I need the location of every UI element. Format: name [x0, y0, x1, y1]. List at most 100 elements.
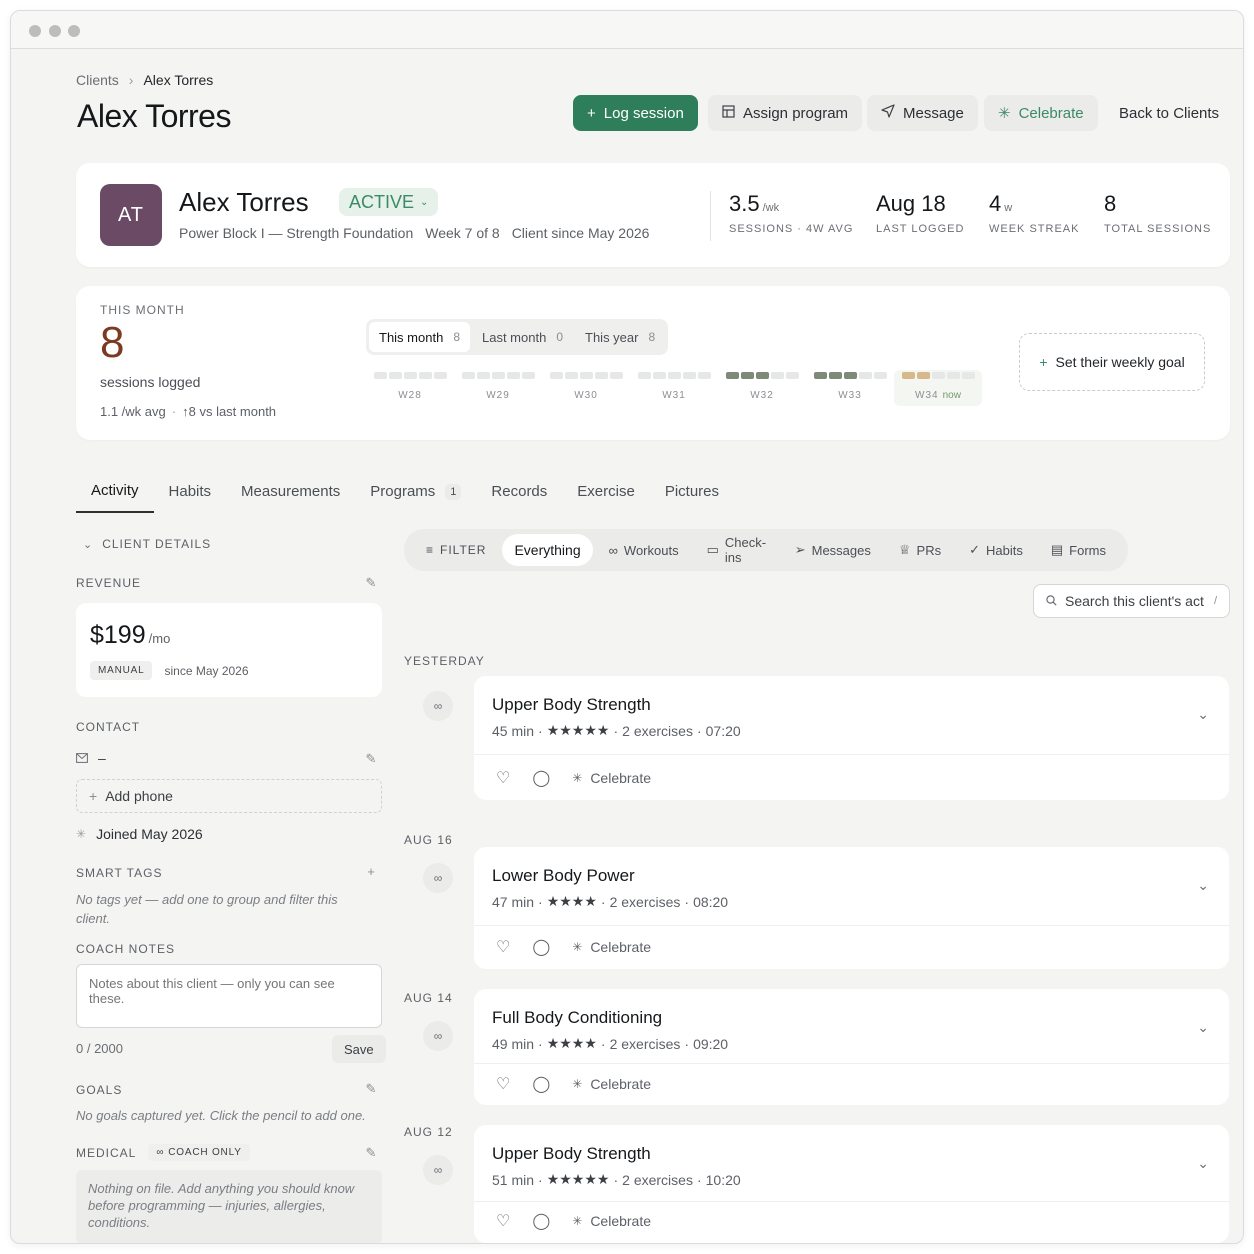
- tab-exercise[interactable]: Exercise: [562, 472, 650, 513]
- filter-label: FILTER: [440, 543, 487, 557]
- edit-medical-icon[interactable]: ✎: [364, 1146, 378, 1160]
- add-phone-button[interactable]: + Add phone: [76, 779, 382, 813]
- stat-total-sessions: 8 TOTAL SESSIONS: [1104, 191, 1211, 235]
- period-this-year[interactable]: This year 8: [575, 322, 665, 352]
- chevron-down-icon: ⌄: [420, 196, 429, 208]
- session-slot: [682, 372, 696, 379]
- session-exercises: 2 exercises: [609, 893, 681, 910]
- window-zoom-dot[interactable]: [68, 25, 80, 37]
- heart-icon[interactable]: ♡: [496, 1074, 510, 1094]
- party-icon: ✳: [572, 940, 583, 954]
- session-slot: [418, 372, 432, 379]
- edit-contact-icon[interactable]: ✎: [364, 752, 378, 766]
- workout-type-icon: ∞: [423, 1155, 453, 1185]
- session-exercises: 2 exercises: [609, 1035, 681, 1052]
- celebrate-action[interactable]: ✳ Celebrate: [572, 770, 651, 786]
- chevron-down-icon[interactable]: ⌄: [1197, 706, 1209, 723]
- week-label-text: W29: [486, 390, 510, 401]
- celebrate-action[interactable]: ✳ Celebrate: [572, 1076, 651, 1092]
- comment-icon[interactable]: ◯: [532, 937, 550, 957]
- session-card[interactable]: Lower Body Power 47 min · ★★★★ · 2 exercis…: [474, 847, 1229, 969]
- week-bars: [901, 372, 975, 380]
- chevron-down-icon[interactable]: ⌄: [1197, 1155, 1209, 1172]
- page-content: Clients › Alex Torres Alex Torres + Log …: [11, 50, 1243, 1243]
- heart-icon[interactable]: ♡: [496, 1211, 510, 1231]
- program-week: Week 7 of 8: [425, 225, 500, 241]
- session-card[interactable]: Upper Body Strength 45 min · ★★★★★ · 2 exe…: [474, 676, 1229, 800]
- tab-activity[interactable]: Activity: [76, 472, 154, 513]
- tab-pictures[interactable]: Pictures: [650, 472, 734, 513]
- assign-program-button[interactable]: Assign program: [708, 95, 863, 131]
- coach-notes-input[interactable]: [76, 964, 382, 1028]
- log-session-button[interactable]: + Log session: [573, 95, 698, 131]
- week-label-text: W34: [915, 390, 939, 401]
- filter-everything[interactable]: Everything: [502, 534, 593, 566]
- tab-programs[interactable]: Programs 1: [355, 472, 476, 513]
- week-bars: [725, 372, 799, 380]
- filter-workouts[interactable]: ∞ Workouts: [597, 534, 691, 566]
- week-label-text: W31: [662, 390, 686, 401]
- check-icon: ✓: [969, 542, 980, 557]
- sparkle-icon: ✳: [998, 105, 1011, 122]
- coach-only-label: COACH ONLY: [168, 1147, 242, 1158]
- period-this-month[interactable]: This month 8: [369, 322, 470, 352]
- session-slot: [579, 372, 593, 379]
- set-weekly-goal-button[interactable]: + Set their weekly goal: [1019, 333, 1205, 391]
- breadcrumb-clients-link[interactable]: Clients: [76, 72, 119, 88]
- stat-unit: /wk: [762, 202, 780, 214]
- email-value: –: [98, 750, 106, 766]
- window-close-dot[interactable]: [29, 25, 41, 37]
- add-tag-icon[interactable]: +: [364, 865, 378, 879]
- session-duration: 45 min: [492, 722, 535, 739]
- tab-measurements[interactable]: Measurements: [226, 472, 355, 513]
- filter-forms[interactable]: ▤ Forms: [1039, 534, 1118, 566]
- month-meta: 1.1 /wk avg · ↑8 vs last month: [100, 404, 276, 419]
- window-minimize-dot[interactable]: [49, 25, 61, 37]
- stat-value: 4: [989, 191, 1002, 216]
- celebrate-button[interactable]: ✳ Celebrate: [984, 95, 1098, 131]
- week-label-text: W30: [574, 390, 598, 401]
- comment-icon[interactable]: ◯: [532, 768, 550, 788]
- filter-button[interactable]: ≡ FILTER: [414, 534, 498, 566]
- filter-habits[interactable]: ✓ Habits: [957, 534, 1035, 566]
- search-placeholder: Search this client's act: [1065, 593, 1204, 609]
- activity-search-input[interactable]: Search this client's act /: [1033, 584, 1230, 618]
- comment-icon[interactable]: ◯: [532, 1074, 550, 1094]
- message-button[interactable]: Message: [867, 95, 978, 131]
- edit-revenue-icon[interactable]: ✎: [364, 576, 378, 590]
- program-name[interactable]: Power Block I — Strength Foundation: [179, 225, 413, 241]
- filter-messages[interactable]: ➢ Messages: [783, 534, 883, 566]
- session-rating: ★★★★★: [546, 722, 610, 738]
- week-bars: [637, 372, 711, 380]
- period-last-month[interactable]: Last month 0: [472, 322, 573, 352]
- session-slot: [858, 372, 872, 379]
- breadcrumb-current: Alex Torres: [143, 72, 214, 88]
- session-slot: [594, 372, 608, 379]
- status-badge[interactable]: ACTIVE ⌄: [339, 188, 439, 216]
- session-card[interactable]: Upper Body Strength 51 min · ★★★★★ · 2 exe…: [474, 1125, 1229, 1243]
- comment-icon[interactable]: ◯: [532, 1211, 550, 1231]
- session-slot: [388, 372, 402, 379]
- chevron-down-icon[interactable]: ⌄: [1197, 1019, 1209, 1036]
- tab-label: Pictures: [664, 483, 719, 500]
- back-to-clients-button[interactable]: Back to Clients: [1105, 95, 1233, 131]
- save-notes-button[interactable]: Save: [332, 1035, 386, 1063]
- edit-goals-icon[interactable]: ✎: [364, 1082, 378, 1096]
- tab-records[interactable]: Records: [476, 472, 562, 513]
- stat-label: SESSIONS · 4W AVG: [729, 223, 854, 235]
- celebrate-action[interactable]: ✳ Celebrate: [572, 939, 651, 955]
- heart-icon[interactable]: ♡: [496, 768, 510, 788]
- client-details-toggle[interactable]: ⌄ CLIENT DETAILS: [83, 537, 211, 551]
- celebrate-action[interactable]: ✳ Celebrate: [572, 1213, 651, 1229]
- chevron-down-icon[interactable]: ⌄: [1197, 877, 1209, 894]
- session-card[interactable]: Full Body Conditioning 49 min · ★★★★ · 2 e…: [474, 989, 1229, 1105]
- sessions-logged-label: sessions logged: [100, 374, 201, 390]
- party-icon: ✳: [572, 1214, 583, 1228]
- send-icon: ➢: [794, 542, 806, 557]
- filter-check-ins[interactable]: ▭ Check-ins: [695, 534, 779, 566]
- filter-prs[interactable]: ♕ PRs: [887, 534, 953, 566]
- period-count: 8: [453, 330, 460, 344]
- heart-icon[interactable]: ♡: [496, 937, 510, 957]
- joined-date: Joined May 2026: [96, 826, 203, 842]
- tab-habits[interactable]: Habits: [154, 472, 227, 513]
